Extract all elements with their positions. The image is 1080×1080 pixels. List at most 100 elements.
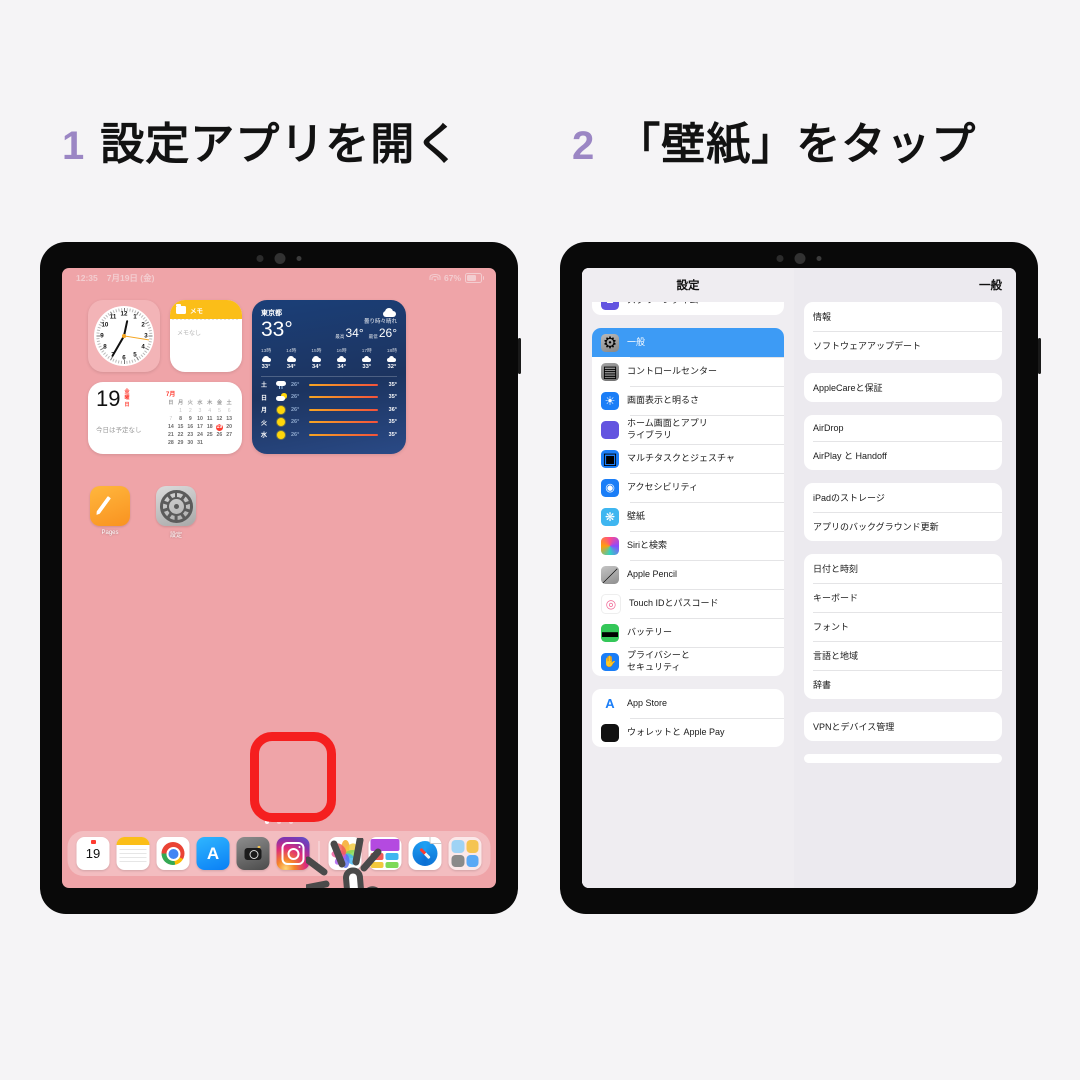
settings-detail-row[interactable]: アプリのバックグラウンド更新 bbox=[804, 512, 1002, 541]
calendar-date-cell: 9 bbox=[188, 416, 192, 422]
weather-day-high: 35° bbox=[388, 381, 397, 388]
sidebar-item-touch-id[interactable]: ◎ Touch IDとパスコード bbox=[592, 589, 784, 618]
settings-detail-row[interactable]: 日付と時刻 bbox=[804, 554, 1002, 583]
calendar-date-cell bbox=[224, 440, 234, 447]
calendar-date-cell: 26 bbox=[216, 432, 223, 438]
weather-temp-bar bbox=[309, 383, 378, 386]
sidebar-item-label: Apple Pencil bbox=[627, 568, 678, 579]
weather-day-low: 26° bbox=[291, 406, 300, 413]
settings-detail-row[interactable]: 言語と地域 bbox=[804, 641, 1002, 670]
weather-day-low: 26° bbox=[291, 394, 300, 400]
weather-day-high: 36° bbox=[388, 406, 397, 413]
sidebar-item-battery[interactable]: ▬ バッテリー bbox=[592, 618, 784, 647]
dock-chrome-icon[interactable] bbox=[156, 837, 190, 870]
battery-icon bbox=[465, 273, 485, 283]
settings-detail-pane: 一般 情報 ソフトウェアアップデート AppleCareと保証 AirDrop AirP… bbox=[794, 268, 1016, 888]
sidebar-item-accessibility[interactable]: ◉ アクセシビリティ bbox=[592, 473, 784, 502]
calendar-date-cell: 22 bbox=[177, 432, 184, 438]
accessibility-icon: ◉ bbox=[601, 478, 619, 497]
clock-tick bbox=[145, 347, 149, 351]
sidebar-item-label: マルチタスクとジェスチャ bbox=[627, 452, 735, 463]
step-1-heading: 1 設定アプリを開く bbox=[62, 108, 460, 172]
calendar-day-number: 19 bbox=[96, 386, 121, 411]
settings-detail-title: 一般 bbox=[979, 280, 1002, 292]
settings-detail-row[interactable]: iPadのストレージ bbox=[804, 483, 1002, 512]
clock-tick bbox=[115, 309, 117, 312]
sidebar-item-screen-time[interactable]: ⧗ スクリーンタイム bbox=[592, 302, 784, 315]
clock-tick bbox=[129, 308, 131, 312]
sidebar-item-home-screen[interactable]: ホーム画面とアプリ ライブラリ bbox=[592, 415, 784, 444]
dock-app-store-icon[interactable]: A bbox=[196, 837, 230, 870]
settings-detail-group: AirDrop AirPlay と Handoff bbox=[804, 415, 1002, 470]
calendar-dow-header: 日 bbox=[168, 400, 174, 406]
weather-hour-item: 14時 34° bbox=[286, 347, 296, 370]
settings-detail-row[interactable]: フォント bbox=[804, 612, 1002, 641]
ipad-device-home: 12:35 7月19日 (金) 67% 12 1 2 3 4 5 6 7 8 9… bbox=[40, 242, 521, 914]
volume-button[interactable] bbox=[1038, 338, 1041, 374]
sidebar-item-label: バッテリー bbox=[627, 626, 673, 637]
calendar-date-cell: 6 bbox=[227, 408, 231, 414]
settings-detail-row[interactable]: AppleCareと保証 bbox=[804, 373, 1002, 402]
dock-camera-icon[interactable] bbox=[236, 837, 270, 870]
settings-detail-row[interactable]: 辞書 bbox=[804, 670, 1002, 699]
dock-calendar-icon[interactable]: 19 bbox=[76, 837, 110, 870]
weather-day-label: 日 bbox=[261, 395, 268, 402]
calendar-date-cell: 2 bbox=[188, 408, 192, 414]
calendar-note: 今日は予定なし bbox=[96, 426, 142, 434]
sidebar-item-privacy[interactable]: ✋ プライバシーと セキュリティ bbox=[592, 647, 784, 676]
weather-widget[interactable]: 東京都 33° 曇り時々晴れ 最高 34° 最低 26° 13時 33° 14時… bbox=[252, 300, 406, 454]
calendar-dow-header: 木 bbox=[207, 400, 213, 406]
sidebar-item-wallet[interactable]: ウォレットと Apple Pay bbox=[592, 718, 784, 747]
settings-detail-row[interactable]: キーボード bbox=[804, 583, 1002, 612]
sidebar-item-label: ウォレットと Apple Pay bbox=[627, 726, 725, 737]
app-pages[interactable]: Pages bbox=[88, 486, 132, 539]
sidebar-item-multitasking[interactable]: ▣ マルチタスクとジェスチャ bbox=[592, 444, 784, 473]
calendar-weekday-char: 曜 bbox=[124, 395, 130, 402]
gear-tooth bbox=[183, 507, 192, 513]
calendar-date-cell: 5 bbox=[217, 408, 221, 414]
dock-instagram-icon[interactable] bbox=[276, 837, 310, 870]
weather-daily-forecast: 土 26° 35° 日 26° 35° 月 26° 36° 火 26° 35° 水 26° 35° bbox=[261, 380, 397, 439]
battery-percent: 67% bbox=[443, 273, 461, 283]
notes-widget[interactable]: メモ メモなし bbox=[170, 300, 242, 372]
calendar-widget[interactable]: 19 金曜日 今日は予定なし 7月 日月火水木金土 1 2 3 4 5 6 7 8 9 10 11 12… bbox=[88, 382, 242, 454]
clock-center-pin bbox=[122, 334, 126, 338]
weather-hour-item: 17時 33° bbox=[362, 347, 372, 370]
calendar-date-cell: 23 bbox=[187, 432, 194, 438]
sidebar-item-wallpaper[interactable]: ❋ 壁紙 bbox=[592, 502, 784, 531]
calendar-date-cell: 8 bbox=[179, 416, 182, 422]
volume-button[interactable] bbox=[518, 338, 521, 374]
dock-notes-icon[interactable] bbox=[116, 837, 150, 870]
sidebar-item-app-store[interactable]: A App Store bbox=[592, 689, 784, 718]
weather-hour-label: 17時 bbox=[361, 349, 372, 354]
weather-hour-item: 18時 32° bbox=[387, 347, 397, 370]
clock-widget[interactable]: 12 1 2 3 4 5 6 7 8 9 10 11 bbox=[88, 300, 160, 372]
calendar-month-label: 7月 bbox=[166, 392, 176, 398]
sidebar-item-siri[interactable]: Siriと検索 bbox=[592, 531, 784, 560]
settings-detail-row[interactable]: ソフトウェアアップデート bbox=[804, 331, 1002, 360]
sidebar-item-apple-pencil[interactable]: ／ Apple Pencil bbox=[592, 560, 784, 589]
weather-low-label: 最低 bbox=[368, 334, 378, 340]
sidebar-item-display-brightness[interactable]: ☀ 画面表示と明るさ bbox=[592, 386, 784, 415]
calendar-date-cell: 16 bbox=[187, 424, 194, 430]
sidebar-item-control-center[interactable]: ▤ コントロールセンター bbox=[592, 357, 784, 386]
step-1-number: 1 bbox=[62, 124, 85, 168]
settings-group: ⚙ 一般 ▤ コントロールセンター ☀ 画面表示と明るさ ホーム画面とアプリ ライブラリ ▣ マル… bbox=[592, 328, 784, 676]
calendar-date-cell: 3 bbox=[198, 408, 202, 414]
settings-detail-row[interactable]: 情報 bbox=[804, 302, 1002, 331]
calendar-date-cell: 28 bbox=[167, 440, 174, 446]
settings-detail-row[interactable]: AirDrop bbox=[804, 415, 1002, 441]
weather-day-row: 土 26° 35° bbox=[261, 380, 397, 389]
app-settings[interactable]: 設定 bbox=[154, 486, 198, 539]
settings-detail-row[interactable]: AirPlay と Handoff bbox=[804, 441, 1002, 470]
sidebar-item-general-gear[interactable]: ⚙ 一般 bbox=[592, 328, 784, 357]
calendar-date-cell: 7 bbox=[169, 416, 173, 422]
weather-day-low: 26° bbox=[291, 419, 300, 425]
sidebar-item-label: App Store bbox=[627, 697, 668, 708]
step-2-heading: 2 「壁紙」をタップ bbox=[572, 108, 976, 172]
weather-day-label: 火 bbox=[261, 420, 268, 427]
calendar-dow-header: 水 bbox=[197, 400, 203, 406]
settings-detail-row[interactable]: VPNとデバイス管理 bbox=[804, 712, 1002, 741]
widget-area: 12 1 2 3 4 5 6 7 8 9 10 11 メモ メモなし 19 金 … bbox=[88, 300, 406, 454]
wifi-icon bbox=[429, 274, 441, 282]
